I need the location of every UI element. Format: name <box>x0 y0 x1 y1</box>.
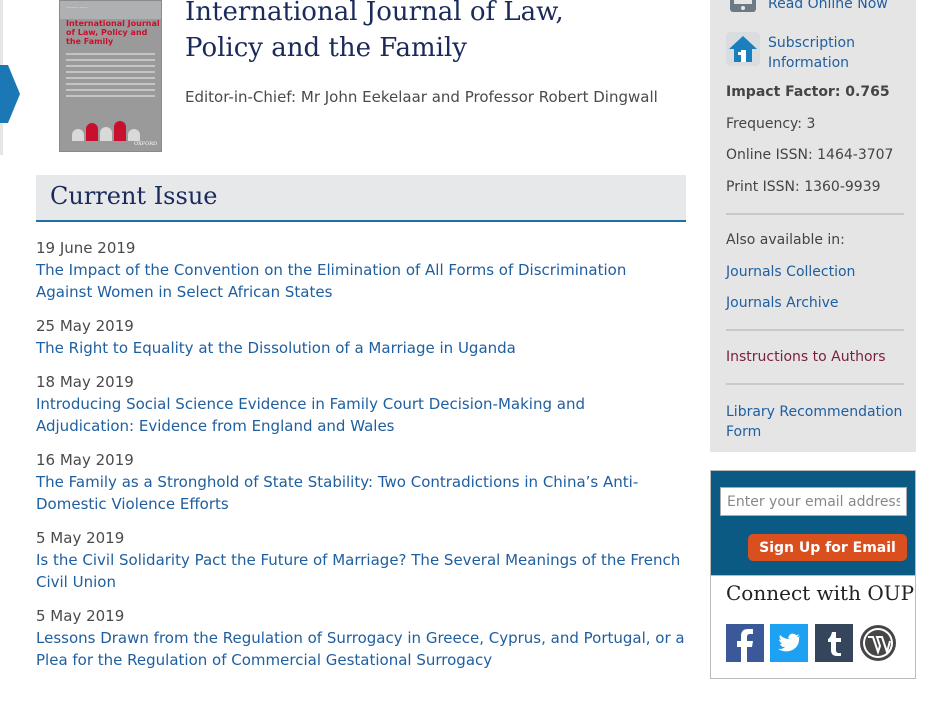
cover-title: International Journal of Law, Policy and… <box>66 19 160 46</box>
email-input[interactable] <box>720 487 907 516</box>
impact-factor: Impact Factor: 0.765 <box>726 84 890 100</box>
article-date: 18 May 2019 <box>36 373 134 391</box>
article-date: 25 May 2019 <box>36 317 134 335</box>
article-date: 16 May 2019 <box>36 451 134 469</box>
article-date: 5 May 2019 <box>36 607 125 625</box>
carousel-arrow-icon[interactable] <box>0 65 22 123</box>
journal-info-sidebar: Read Online Now Subscription Information… <box>710 0 916 452</box>
issue-list: 19 June 2019 The Impact of the Conventio… <box>36 238 686 684</box>
tumblr-icon[interactable] <box>815 624 853 662</box>
current-issue-title: Current Issue <box>50 182 218 210</box>
article-link[interactable]: The Right to Equality at the Dissolution… <box>36 337 686 359</box>
facebook-icon[interactable] <box>726 624 764 662</box>
also-available-label: Also available in: <box>726 232 845 248</box>
article-link[interactable]: The Impact of the Convention on the Elim… <box>36 259 686 303</box>
home-subscription-icon[interactable] <box>726 32 760 66</box>
article-link[interactable]: Introducing Social Science Evidence in F… <box>36 393 686 437</box>
connect-with-oup: Connect with OUP <box>710 576 916 679</box>
list-item: 19 June 2019 The Impact of the Conventio… <box>36 238 686 303</box>
list-item: 5 May 2019 Lessons Drawn from the Regula… <box>36 606 686 671</box>
sign-up-button[interactable]: Sign Up for Email <box>748 534 907 561</box>
divider <box>726 213 904 215</box>
editor-in-chief: Editor-in-Chief: Mr John Eekelaar and Pr… <box>185 88 658 106</box>
instructions-to-authors-link[interactable]: Instructions to Authors <box>726 349 886 365</box>
journal-title-line1: International Journal of Law, <box>185 0 564 27</box>
journals-archive-link[interactable]: Journals Archive <box>726 295 839 311</box>
article-link[interactable]: Is the Civil Solidarity Pact the Future … <box>36 549 686 593</box>
article-date: 19 June 2019 <box>36 239 136 257</box>
list-item: 16 May 2019 The Family as a Stronghold o… <box>36 450 686 515</box>
online-issn: Online ISSN: 1464-3707 <box>726 147 894 163</box>
current-issue-header: Current Issue <box>36 175 686 222</box>
connect-title: Connect with OUP <box>726 581 915 605</box>
email-signup-box: Sign Up for Email <box>710 470 916 576</box>
wordpress-icon[interactable] <box>859 624 897 662</box>
divider <box>726 383 904 385</box>
list-item: 18 May 2019 Introducing Social Science E… <box>36 372 686 437</box>
read-online-icon[interactable] <box>726 0 760 22</box>
frequency: Frequency: 3 <box>726 116 816 132</box>
subscription-link[interactable]: Subscription Information <box>768 33 898 73</box>
journals-collection-link[interactable]: Journals Collection <box>726 264 855 280</box>
article-link[interactable]: Lessons Drawn from the Regulation of Sur… <box>36 627 686 671</box>
article-date: 5 May 2019 <box>36 529 125 547</box>
divider <box>726 329 904 331</box>
article-link[interactable]: The Family as a Stronghold of State Stab… <box>36 471 686 515</box>
library-recommendation-link[interactable]: Library Recommendation Form <box>726 402 908 442</box>
journal-title: International Journal of Law, Policy and… <box>185 0 665 66</box>
read-online-link[interactable]: Read Online Now <box>768 0 888 12</box>
twitter-icon[interactable] <box>770 624 808 662</box>
journal-title-line2: Policy and the Family <box>185 33 467 63</box>
print-issn: Print ISSN: 1360-9939 <box>726 179 881 195</box>
list-item: 5 May 2019 Is the Civil Solidarity Pact … <box>36 528 686 593</box>
journal-cover-image: ——— —— International Journal of Law, Pol… <box>59 0 162 152</box>
list-item: 25 May 2019 The Right to Equality at the… <box>36 316 686 359</box>
cover-publisher: OXFORD <box>134 141 157 147</box>
